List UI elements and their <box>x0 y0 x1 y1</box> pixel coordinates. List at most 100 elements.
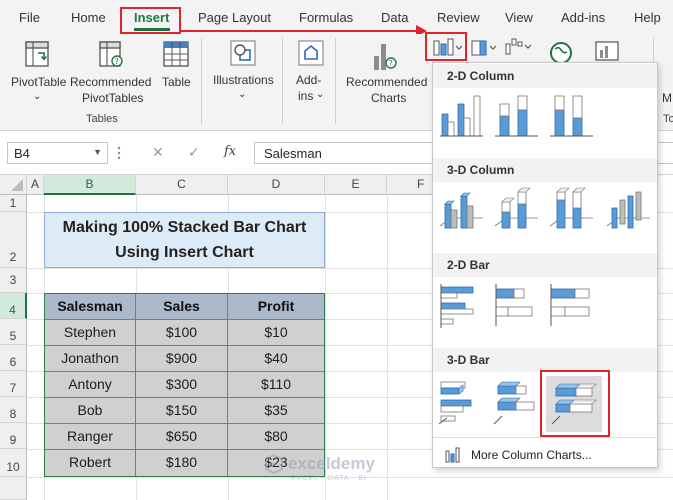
sheet-title-line-2: Using Insert Chart <box>115 244 254 261</box>
header-profit[interactable]: Profit <box>228 294 324 320</box>
tab-help[interactable]: Help <box>634 10 661 25</box>
table-icon <box>163 41 189 67</box>
column-header-d[interactable]: D <box>228 175 325 195</box>
pivottable-chevron-icon: ⌄ <box>33 91 42 102</box>
section-2d-column: 2-D Column <box>433 64 657 88</box>
sheet-title[interactable]: Making 100% Stacked Bar Chart Using Inse… <box>44 212 325 268</box>
table-cell[interactable]: $150 <box>136 398 228 424</box>
row-header-8[interactable]: 8 <box>0 397 27 423</box>
addins-chevron-icon: ⌄ <box>316 89 325 100</box>
row-header-10[interactable]: 10 <box>0 449 27 477</box>
formula-bar-icons: ✕ ✓ fx <box>136 141 250 165</box>
illustrations-chevron-icon: ⌄ <box>238 89 247 100</box>
column-header-c[interactable]: C <box>136 175 228 195</box>
cut-off-group-label: To <box>663 113 673 125</box>
tab-view[interactable]: View <box>505 10 533 25</box>
row-header-11[interactable] <box>0 477 27 500</box>
table-cell[interactable]: $40 <box>228 346 324 372</box>
name-box-dropdown-icon[interactable]: ▼ <box>93 147 102 157</box>
more-charts-icon <box>445 447 460 463</box>
tab-data[interactable]: Data <box>381 10 408 25</box>
table-cell[interactable]: $900 <box>136 346 228 372</box>
watermark-name: exceldemy <box>288 454 375 473</box>
table-cell[interactable]: Robert <box>45 450 136 476</box>
selected-chart-highlight-box <box>540 370 610 437</box>
table-cell[interactable]: Bob <box>45 398 136 424</box>
enter-icon[interactable]: ✓ <box>188 144 200 161</box>
table-cell[interactable]: Antony <box>45 372 136 398</box>
table-cell[interactable]: Stephen <box>45 320 136 346</box>
tab-file[interactable]: File <box>19 10 40 25</box>
tab-page-layout[interactable]: Page Layout <box>198 10 271 25</box>
hierarchy-chart-icon <box>471 40 497 56</box>
row-header-2[interactable]: 2 <box>0 212 27 268</box>
recommended-charts-icon: ? <box>374 44 397 70</box>
insert-function-icon[interactable]: fx <box>224 144 236 159</box>
table-cell[interactable]: $10 <box>228 320 324 346</box>
recommended-pivottables-label-1: Recommended <box>70 75 152 89</box>
name-box-value: B4 <box>14 146 30 161</box>
table-cell[interactable]: Ranger <box>45 424 136 450</box>
row-header-4[interactable]: 4 <box>0 293 27 319</box>
table-cell[interactable]: $35 <box>228 398 324 424</box>
row-header-3[interactable]: 3 <box>0 268 27 293</box>
select-all-corner[interactable] <box>0 175 27 195</box>
100-stacked-column-icon[interactable] <box>547 90 595 140</box>
pivottable-icon <box>25 41 49 67</box>
more-column-charts-label: More Column Charts... <box>471 448 592 462</box>
section-3d-bar: 3-D Bar <box>433 348 657 372</box>
column-header-a[interactable]: A <box>27 175 44 195</box>
addins-icon <box>298 40 324 66</box>
group-separator <box>201 38 202 124</box>
header-sales[interactable]: Sales <box>136 294 228 320</box>
tab-review[interactable]: Review <box>437 10 480 25</box>
waterfall-chart-icon <box>505 38 532 55</box>
column-header-b[interactable]: B <box>44 175 136 195</box>
formula-bar-grip-icon[interactable] <box>116 146 122 160</box>
data-table: Salesman Sales Profit Stephen $100 $10 J… <box>44 293 325 477</box>
header-salesman[interactable]: Salesman <box>45 294 136 320</box>
group-separator <box>335 38 336 124</box>
table-cell[interactable]: $80 <box>228 424 324 450</box>
table-cell[interactable]: $300 <box>136 372 228 398</box>
addins-label-1: Add- <box>296 73 322 87</box>
row-header-5[interactable]: 5 <box>0 319 27 345</box>
clustered-bar-icon[interactable] <box>437 281 485 331</box>
recommended-pivottables-icon: ? <box>99 41 123 67</box>
exceldemy-watermark: exceldemy EXCEL · DATA · BI <box>263 451 413 491</box>
table-cell[interactable]: $110 <box>228 372 324 398</box>
group-separator <box>282 38 283 124</box>
3d-clustered-bar-icon[interactable] <box>437 378 485 428</box>
table-cell[interactable]: Jonathon <box>45 346 136 372</box>
3d-stacked-column-icon[interactable] <box>492 186 540 236</box>
insert-highlight-box <box>120 7 181 34</box>
recommended-charts-label-1: Recommended <box>346 75 428 89</box>
tab-addins[interactable]: Add-ins <box>561 10 605 25</box>
cancel-icon[interactable]: ✕ <box>152 144 164 161</box>
row-header-1[interactable]: 1 <box>0 195 27 212</box>
row-header-9[interactable]: 9 <box>0 423 27 449</box>
table-cell[interactable]: $100 <box>136 320 228 346</box>
recommended-charts-label-2: Charts <box>371 91 407 105</box>
3d-column-icon[interactable] <box>604 186 652 236</box>
table-cell[interactable]: $180 <box>136 450 228 476</box>
row-header-6[interactable]: 6 <box>0 345 27 371</box>
svg-text:?: ? <box>389 59 393 68</box>
3d-100-stacked-column-icon[interactable] <box>547 186 595 236</box>
stacked-column-icon[interactable] <box>492 90 540 140</box>
tab-formulas[interactable]: Formulas <box>299 10 353 25</box>
3d-stacked-bar-icon[interactable] <box>492 378 540 428</box>
name-box[interactable]: B4 ▼ <box>7 142 108 164</box>
svg-text:?: ? <box>115 57 119 66</box>
dropdown-separator <box>433 437 657 438</box>
highlight-arrow <box>181 30 418 32</box>
column-header-e[interactable]: E <box>325 175 387 195</box>
row-header-7[interactable]: 7 <box>0 371 27 397</box>
sheet-title-line-1: Making 100% Stacked Bar Chart <box>62 219 307 236</box>
clustered-column-icon[interactable] <box>437 90 485 140</box>
3d-clustered-column-icon[interactable] <box>437 186 485 236</box>
table-cell[interactable]: $650 <box>136 424 228 450</box>
100-stacked-bar-icon[interactable] <box>547 281 595 331</box>
tab-home[interactable]: Home <box>71 10 106 25</box>
stacked-bar-icon[interactable] <box>492 281 540 331</box>
